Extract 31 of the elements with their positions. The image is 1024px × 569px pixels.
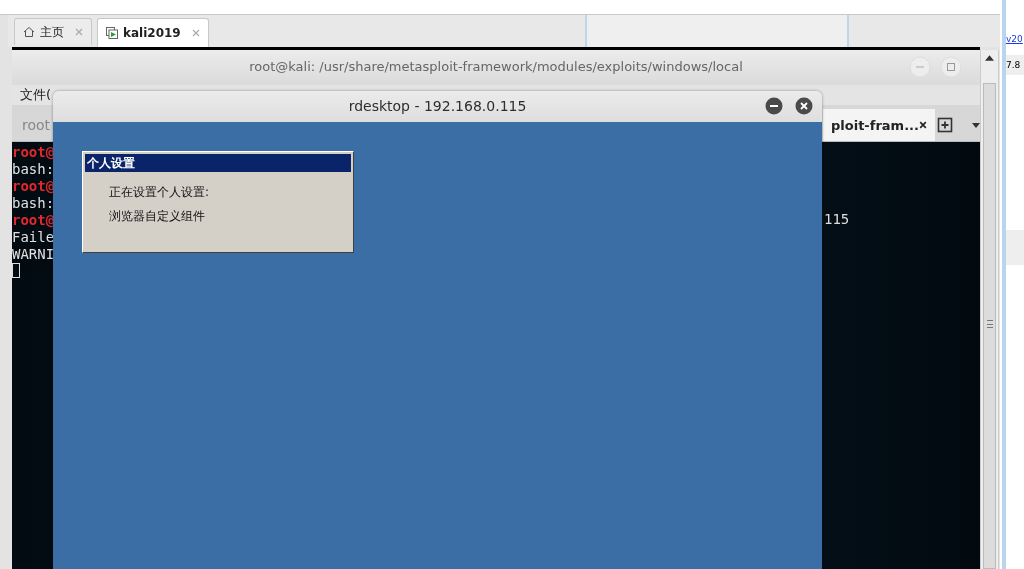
window-title: root@kali: /usr/share/metasploit-framework/modules/exploits/windows/local	[249, 59, 743, 74]
link[interactable]: v20	[1006, 34, 1023, 44]
table-cell: 7.8	[1006, 55, 1024, 75]
terminal-line: root@	[12, 144, 55, 161]
dialog-text: 正在设置个人设置:	[108, 184, 211, 201]
vm-tab[interactable]: 主页	[14, 18, 92, 45]
terminal-line: bash:	[12, 161, 55, 178]
vm-tab[interactable]: kali2019	[97, 18, 209, 47]
minimize-button[interactable]	[765, 97, 783, 115]
close-icon[interactable]	[918, 120, 927, 130]
table-row	[1006, 230, 1024, 265]
home-icon	[23, 26, 35, 38]
terminal-line: WARNI	[12, 246, 55, 263]
terminal-tab[interactable]: ploit-fram...	[823, 109, 935, 141]
vm-icon	[106, 27, 118, 39]
grip-icon	[987, 320, 993, 328]
terminal-line: root@	[12, 178, 55, 195]
dialog-title: 个人设置	[85, 154, 351, 172]
dropdown-icon[interactable]	[972, 123, 980, 128]
terminal-line: bash:	[12, 195, 55, 212]
cursor	[12, 263, 20, 278]
window-title: rdesktop - 192.168.0.115	[348, 98, 527, 114]
terminal-line: 115	[824, 211, 850, 227]
menu-item[interactable]: 文件(	[20, 87, 52, 102]
terminal-line: Faile	[12, 229, 55, 246]
dialog-text: 浏览器自定义组件	[108, 208, 206, 225]
terminal-line: root@	[12, 212, 55, 229]
new-tab-icon[interactable]	[937, 117, 953, 133]
close-button[interactable]	[795, 97, 813, 115]
scroll-up-icon[interactable]	[985, 55, 994, 61]
scrollbar[interactable]	[980, 50, 999, 569]
